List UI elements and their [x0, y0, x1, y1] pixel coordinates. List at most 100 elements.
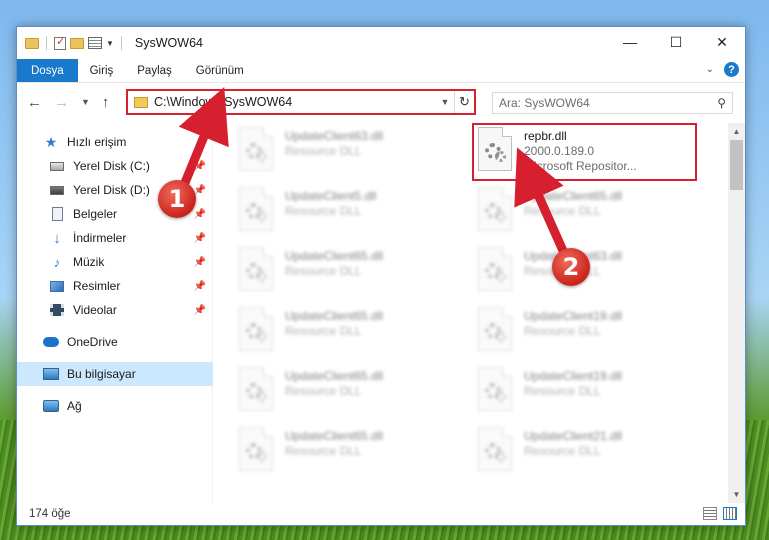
pin-icon[interactable]: 📌	[194, 161, 206, 172]
file-tile[interactable]: UpdateClient65.dll Resource DLL	[239, 245, 469, 303]
dll-file-icon	[478, 427, 514, 473]
file-tile[interactable]: UpdateClient65.dll Resource DLL	[239, 305, 469, 363]
dll-file-icon	[478, 367, 514, 413]
file-list: UpdateClient63.dll Resource DLL UpdateCli…	[213, 123, 745, 503]
dll-file-icon	[239, 307, 275, 353]
file-name: UpdateClient19.dll	[524, 369, 623, 383]
pin-icon[interactable]: 📌	[194, 305, 206, 316]
file-tile[interactable]: UpdateClient21.dll Resource DLL	[478, 425, 708, 483]
nav-item-music[interactable]: ♪ Müzik 📌	[17, 250, 212, 274]
close-button[interactable]: ✕	[699, 27, 745, 57]
refresh-icon[interactable]: ↻	[454, 91, 474, 113]
pin-icon[interactable]: 📌	[194, 281, 206, 292]
nav-quick-access[interactable]: ★ Hızlı erişim	[17, 130, 212, 154]
address-path[interactable]: C:\Windows\SysWOW64	[154, 95, 436, 109]
highlight-box	[472, 123, 697, 181]
tab-giris[interactable]: Giriş	[78, 59, 126, 82]
navigation-buttons: ← → ▼ ↑	[27, 94, 109, 111]
chevron-down-icon[interactable]: ⌄	[706, 64, 714, 75]
nav-item-onedrive[interactable]: OneDrive	[17, 330, 212, 354]
music-icon: ♪	[53, 254, 61, 270]
documents-icon	[49, 207, 65, 221]
dll-file-icon	[239, 427, 275, 473]
nav-item-local-disk-c[interactable]: Yerel Disk (C:) 📌	[17, 154, 212, 178]
nav-label: İndirmeler	[73, 231, 127, 245]
file-tile[interactable]: UpdateClient65.dll Resource DLL	[239, 425, 469, 483]
file-name: UpdateClient21.dll	[524, 429, 623, 443]
pin-icon[interactable]: 📌	[194, 233, 206, 244]
file-tile[interactable]: UpdateClient19.dll Resource DLL	[478, 305, 708, 363]
pictures-icon	[49, 279, 65, 293]
minimize-button[interactable]: —	[607, 27, 653, 57]
file-name: UpdateClient5.dll	[285, 189, 377, 203]
file-tile[interactable]: UpdateClient63.dllResource DLL	[239, 125, 469, 183]
file-tile[interactable]: UpdateClient65.dll Resource DLL	[239, 365, 469, 423]
nav-item-this-pc[interactable]: Bu bilgisayar	[17, 362, 213, 386]
quick-access-toolbar: ▼	[25, 35, 125, 50]
nav-item-pictures[interactable]: Resimler 📌	[17, 274, 212, 298]
dll-file-icon	[239, 127, 275, 173]
properties-icon[interactable]	[88, 37, 102, 49]
nav-label: Yerel Disk (C:)	[73, 159, 150, 173]
up-arrow-icon[interactable]: ↑	[102, 94, 110, 111]
view-buttons	[703, 507, 737, 520]
recent-locations-icon[interactable]: ▼	[81, 97, 90, 107]
scroll-thumb[interactable]	[730, 140, 743, 190]
file-name: UpdateClient65.dll	[285, 429, 384, 443]
file-name: UpdateClient65.dll	[524, 189, 623, 203]
maximize-button[interactable]: ☐	[653, 27, 699, 57]
address-bar[interactable]: C:\Windows\SysWOW64 ▼ ↻	[126, 89, 476, 115]
ribbon-right-controls: ⌄ ?	[706, 62, 739, 77]
customize-dropdown-icon[interactable]: ▼	[106, 39, 114, 48]
folder-icon	[134, 96, 148, 108]
new-folder-icon[interactable]	[70, 37, 84, 49]
scroll-down-icon[interactable]: ▼	[728, 486, 745, 503]
nav-label: OneDrive	[67, 335, 118, 349]
network-icon	[43, 399, 59, 413]
back-arrow-icon[interactable]: ←	[27, 94, 42, 111]
ribbon-tabs: Dosya Giriş Paylaş Görünüm ⌄ ?	[17, 59, 745, 83]
nav-item-downloads[interactable]: ↓ İndirmeler 📌	[17, 226, 212, 250]
forward-arrow-icon[interactable]: →	[54, 94, 69, 111]
nav-item-network[interactable]: Ağ	[17, 394, 212, 418]
dll-file-icon	[239, 367, 275, 413]
file-tile[interactable]: UpdateClient5.dll Resource DLL	[239, 185, 469, 243]
folder-icon[interactable]	[25, 37, 39, 49]
nav-label: Ağ	[67, 399, 82, 413]
properties-check-icon[interactable]	[54, 35, 66, 50]
scroll-up-icon[interactable]: ▲	[728, 123, 745, 140]
tab-paylas[interactable]: Paylaş	[125, 59, 184, 82]
dll-file-icon	[239, 247, 275, 293]
nav-label: Belgeler	[73, 207, 118, 221]
search-icon[interactable]: ⚲	[717, 96, 726, 110]
details-view-icon[interactable]	[703, 507, 717, 520]
dll-file-icon	[478, 187, 514, 233]
pin-icon[interactable]: 📌	[194, 257, 206, 268]
step-badge-1: 1	[158, 180, 196, 218]
large-icons-view-icon[interactable]	[723, 507, 737, 520]
computer-icon	[43, 367, 59, 381]
file-type: Resource DLL	[285, 444, 362, 458]
pin-icon[interactable]: 📌	[194, 209, 206, 220]
nav-item-videos[interactable]: Videolar 📌	[17, 298, 212, 322]
tab-dosya[interactable]: Dosya	[17, 59, 78, 82]
help-icon[interactable]: ?	[724, 62, 739, 77]
search-box[interactable]: Ara: SysWOW64 ⚲	[492, 92, 733, 114]
navigation-pane: ★ Hızlı erişim Yerel Disk (C:) 📌 Yerel D…	[17, 123, 213, 503]
file-type: Resource DLL	[285, 384, 362, 398]
search-input[interactable]: Ara: SysWOW64	[499, 96, 717, 110]
file-type: Resource DLL	[524, 384, 601, 398]
address-dropdown-icon[interactable]: ▼	[436, 97, 454, 107]
vertical-scrollbar[interactable]: ▲ ▼	[728, 123, 745, 503]
file-name: UpdateClient65.dll	[285, 369, 384, 383]
file-tile[interactable]: UpdateClient19.dll Resource DLL	[478, 365, 708, 423]
file-tile[interactable]: UpdateClient63.dllResource DLL	[478, 245, 708, 303]
tab-gorunum[interactable]: Görünüm	[184, 59, 256, 82]
disk-icon	[49, 159, 65, 173]
nav-label: Videolar	[73, 303, 117, 317]
file-tile[interactable]: UpdateClient65.dll Resource DLL	[478, 185, 708, 243]
star-icon: ★	[44, 133, 58, 150]
